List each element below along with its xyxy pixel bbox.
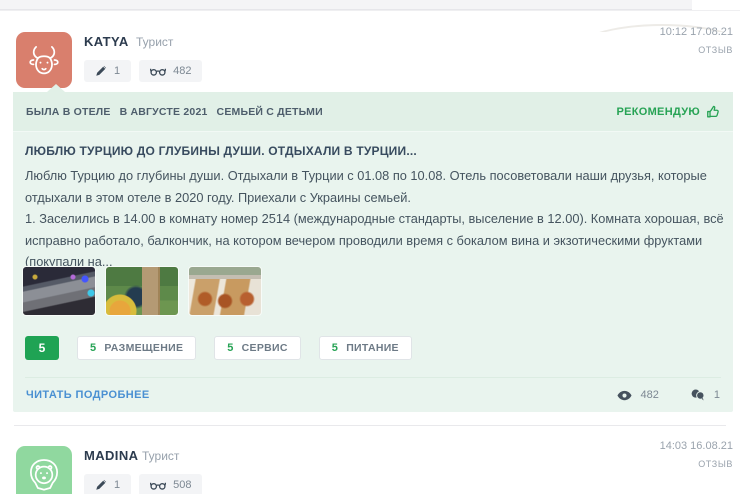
- review-photos: [22, 266, 262, 316]
- pencil-icon: [95, 65, 107, 77]
- comments-count: 1: [714, 389, 720, 401]
- user-views-chip[interactable]: 508: [139, 474, 202, 494]
- review-type-label: отзыв: [660, 459, 733, 469]
- rating-chip-service: 5 СЕРВИС: [214, 336, 301, 360]
- rating-score: 5: [227, 342, 233, 354]
- card-notch: [47, 84, 65, 92]
- goat-icon: [23, 39, 65, 81]
- eye-icon: [617, 390, 632, 401]
- reviews-page: TOP Hotels ФОТО ТУРИСТА KATYA Турист: [0, 0, 740, 494]
- user-reviews-chip[interactable]: 1: [84, 474, 131, 494]
- lion-icon: [23, 453, 65, 494]
- review-2-user-header: MADINA Турист 1 508 14:03 16.08.21 отзыв: [0, 446, 740, 494]
- glasses-icon: [150, 66, 166, 77]
- user-role: Турист: [136, 35, 173, 49]
- company-tag: СЕМЬЕЙ С ДЕТЬМИ: [217, 106, 323, 118]
- top-scroll-strip: [0, 0, 692, 10]
- recommend-badge: РЕКОМЕНДУЮ: [616, 105, 720, 119]
- review-card-footer: ЧИТАТЬ ПОДРОБНЕЕ 482 1: [13, 378, 733, 412]
- period-tag: В АВГУСТЕ 2021: [120, 106, 208, 118]
- rating-chip-food: 5 ПИТАНИЕ: [319, 336, 412, 360]
- review-photo-garden[interactable]: [105, 266, 179, 316]
- review-body-text: Люблю Турцию до глубины души. Отдыхали в…: [25, 165, 725, 273]
- avatar[interactable]: [16, 446, 72, 494]
- reviews-separator: [14, 425, 726, 426]
- review-datetime: 14:03 16.08.21: [660, 440, 733, 452]
- user-role: Турист: [142, 449, 179, 463]
- overall-rating-badge: 5: [25, 336, 59, 360]
- review-datetime: 10:12 17.08.21: [660, 26, 733, 38]
- user-reviews-count: 1: [114, 479, 120, 491]
- views-count: 482: [641, 389, 659, 401]
- glasses-icon: [150, 480, 166, 491]
- rating-badges-row: 5 5 РАЗМЕЩЕНИЕ 5 СЕРВИС 5 ПИТАНИЕ: [25, 336, 412, 360]
- rating-label: ПИТАНИЕ: [346, 342, 399, 354]
- review-title[interactable]: ЛЮБЛЮ ТУРЦИЮ ДО ГЛУБИНЫ ДУШИ. ОТДЫХАЛИ В…: [25, 144, 725, 158]
- rating-label: СЕРВИС: [242, 342, 288, 354]
- username[interactable]: KATYA: [84, 34, 129, 49]
- stay-tag: БЫЛА В ОТЕЛЕ: [26, 106, 111, 118]
- recommend-label: РЕКОМЕНДУЮ: [616, 106, 700, 118]
- user-views-chip[interactable]: 482: [139, 60, 202, 82]
- avatar[interactable]: [16, 32, 72, 88]
- rating-score: 5: [90, 342, 96, 354]
- thumbs-up-icon: [706, 105, 720, 119]
- read-more-link[interactable]: ЧИТАТЬ ПОДРОБНЕЕ: [26, 389, 150, 401]
- review-photo-bowling[interactable]: [22, 266, 96, 316]
- username[interactable]: MADINA: [84, 448, 138, 463]
- review-type-label: отзыв: [660, 45, 733, 55]
- user-views-count: 508: [173, 479, 191, 491]
- top-divider: [0, 10, 740, 11]
- review-photo-buffet[interactable]: [188, 266, 262, 316]
- review-card-header: БЫЛА В ОТЕЛЕ В АВГУСТЕ 2021 СЕМЬЕЙ С ДЕТ…: [13, 92, 733, 132]
- user-reviews-chip[interactable]: 1: [84, 60, 131, 82]
- rating-label: РАЗМЕЩЕНИЕ: [104, 342, 183, 354]
- pencil-icon: [95, 479, 107, 491]
- rating-chip-accommodation: 5 РАЗМЕЩЕНИЕ: [77, 336, 196, 360]
- user-views-count: 482: [173, 65, 191, 77]
- review-1-user-header: KATYA Турист 1 482 10:12 17.08.21 отзыв: [0, 32, 740, 92]
- rating-score: 5: [332, 342, 338, 354]
- comments-icon: [691, 389, 705, 401]
- user-reviews-count: 1: [114, 65, 120, 77]
- review-card: БЫЛА В ОТЕЛЕ В АВГУСТЕ 2021 СЕМЬЕЙ С ДЕТ…: [13, 92, 733, 412]
